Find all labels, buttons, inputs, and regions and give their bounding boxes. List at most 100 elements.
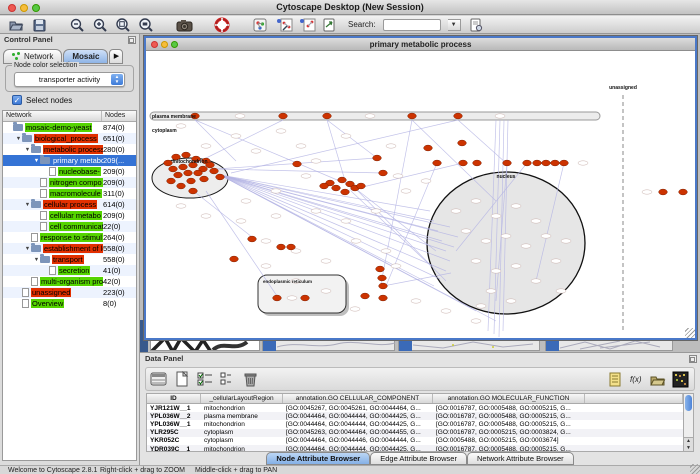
function-builder-icon[interactable]: f(x) (630, 371, 644, 388)
node-highlighted[interactable] (523, 160, 532, 166)
node-unhighlighted[interactable] (411, 299, 421, 303)
tree-row-response-to-stimul[interactable]: response to stimul264(0) (3, 232, 136, 243)
node-highlighted[interactable] (503, 160, 512, 166)
tree-row-transport[interactable]: ▼transport558(0) (3, 254, 136, 265)
float-panel-icon[interactable] (128, 36, 136, 44)
node-unhighlighted[interactable] (261, 239, 271, 243)
attribute-table[interactable]: ID_cellularLayoutRegionannotation.GO CEL… (146, 393, 684, 452)
node-highlighted[interactable] (378, 275, 387, 281)
attribute-table-icon[interactable] (150, 371, 168, 388)
node-highlighted[interactable] (373, 155, 382, 161)
tree-col-nodes[interactable]: Nodes (102, 111, 136, 121)
node-highlighted[interactable] (167, 178, 176, 184)
node-unhighlighted[interactable] (261, 264, 271, 268)
tree-row-cellular-metabo[interactable]: cellular metabo209(0) (3, 210, 136, 221)
node-highlighted[interactable] (679, 189, 688, 195)
node-highlighted[interactable] (454, 113, 463, 119)
minimize-window-button[interactable] (20, 4, 28, 12)
node-highlighted[interactable] (293, 161, 302, 167)
node-unhighlighted[interactable] (296, 144, 306, 148)
expand-arrow-icon[interactable]: ▼ (15, 136, 22, 142)
zoom-in-icon[interactable] (92, 17, 108, 33)
node-highlighted[interactable] (408, 113, 417, 119)
node-unhighlighted[interactable] (421, 179, 431, 183)
tree-col-network[interactable]: Network (3, 111, 102, 121)
node-highlighted[interactable] (379, 283, 388, 289)
search-dropdown-button[interactable]: ▼ (448, 19, 461, 31)
node-highlighted[interactable] (542, 160, 551, 166)
network-overview-icon[interactable] (252, 17, 268, 33)
tree-row-unassigned[interactable]: unassigned223(0) (3, 287, 136, 298)
node-highlighted[interactable] (659, 189, 668, 195)
node-unhighlighted[interactable] (441, 309, 451, 313)
column-header-3[interactable]: annotation.GO MOLECULAR_FUNCTION (433, 394, 585, 403)
table-row-YLR295C[interactable]: YLR295Ccytoplasm[GO:0045263, GO:0044464,… (147, 429, 683, 437)
node-unhighlighted[interactable] (381, 249, 391, 253)
tree-row-cell-communicat[interactable]: cell communicat22(0) (3, 221, 136, 232)
node-unhighlighted[interactable] (511, 264, 521, 268)
delete-attribute-trash-icon[interactable] (242, 371, 260, 388)
node-unhighlighted[interactable] (531, 279, 541, 283)
tree-row-establishment-of-lo[interactable]: ▼establishment of lo558(0) (3, 243, 136, 254)
import-attributes-icon[interactable] (649, 371, 667, 388)
node-highlighted[interactable] (216, 174, 225, 180)
node-unhighlighted[interactable] (341, 219, 351, 223)
expand-arrow-icon[interactable]: ▼ (24, 147, 31, 153)
node-unhighlighted[interactable] (201, 214, 211, 218)
table-row-YDR039C__1[interactable]: YDR039C__1mitochondrion[GO:0044464, GO:0… (147, 445, 683, 452)
network-canvas[interactable]: plasma membranecytoplasmmitochondrionnuc… (146, 51, 695, 338)
node-color-dropdown[interactable]: transporter activity ▲▼ (14, 72, 125, 87)
node-unhighlighted[interactable] (556, 289, 566, 293)
node-unhighlighted[interactable] (506, 299, 516, 303)
node-unhighlighted[interactable] (511, 204, 521, 208)
node-unhighlighted[interactable] (311, 209, 321, 213)
expand-arrow-icon[interactable]: ▼ (33, 257, 40, 263)
node-unhighlighted[interactable] (401, 189, 411, 193)
node-unhighlighted[interactable] (386, 144, 396, 148)
close-window-button[interactable] (8, 4, 16, 12)
node-highlighted[interactable] (277, 244, 286, 250)
node-highlighted[interactable] (200, 176, 209, 182)
node-highlighted[interactable] (332, 185, 341, 191)
tree-row-overview[interactable]: Overview8(0) (3, 298, 136, 309)
tree-row-multi-organism-pro[interactable]: multi-organism pro42(0) (3, 276, 136, 287)
node-highlighted[interactable] (433, 160, 442, 166)
node-highlighted[interactable] (357, 183, 366, 189)
node-unhighlighted[interactable] (341, 134, 351, 138)
node-highlighted[interactable] (177, 183, 186, 189)
node-unhighlighted[interactable] (551, 259, 561, 263)
node-highlighted[interactable] (379, 295, 388, 301)
close-view-button[interactable] (151, 41, 158, 48)
node-highlighted[interactable] (184, 170, 193, 176)
tree-row-primary-metabol[interactable]: ▼primary metabol209(... (3, 155, 136, 166)
tab-scroll-right-button[interactable]: ▶ (109, 49, 123, 64)
float-panel-icon[interactable] (689, 355, 697, 363)
node-unhighlighted[interactable] (491, 214, 501, 218)
node-unhighlighted[interactable] (271, 189, 281, 193)
node-unhighlighted[interactable] (531, 219, 541, 223)
tab-node-attribute-browser[interactable]: Node Attribute Browser (266, 452, 370, 465)
node-highlighted[interactable] (279, 113, 288, 119)
node-unhighlighted[interactable] (235, 114, 245, 118)
layout-icon-2[interactable] (298, 17, 314, 33)
zoom-view-button[interactable] (171, 41, 178, 48)
tree-row-metabolic-process[interactable]: ▼metabolic process280(0) (3, 144, 136, 155)
expand-arrow-icon[interactable]: ▼ (24, 246, 31, 252)
save-session-icon[interactable] (31, 17, 47, 33)
network-window-titlebar[interactable]: primary metabolic process (146, 38, 695, 51)
expand-arrow-icon[interactable]: ▼ (24, 202, 31, 208)
node-highlighted[interactable] (323, 113, 332, 119)
zoom-window-button[interactable] (32, 4, 40, 12)
node-unhighlighted[interactable] (241, 199, 251, 203)
node-unhighlighted[interactable] (495, 114, 505, 118)
node-unhighlighted[interactable] (365, 114, 375, 118)
column-header-1[interactable]: _cellularLayoutRegion (201, 394, 283, 403)
table-row-YPL036W__2[interactable]: YPL036W__2plasma membrane[GO:0044464, GO… (147, 412, 683, 420)
node-unhighlighted[interactable] (451, 209, 461, 213)
table-scrollbar[interactable]: ▲▼ (683, 393, 694, 452)
node-highlighted[interactable] (341, 189, 350, 195)
open-session-icon[interactable] (8, 17, 24, 33)
node-highlighted[interactable] (458, 140, 467, 146)
node-highlighted[interactable] (169, 166, 178, 172)
node-unhighlighted[interactable] (501, 234, 511, 238)
